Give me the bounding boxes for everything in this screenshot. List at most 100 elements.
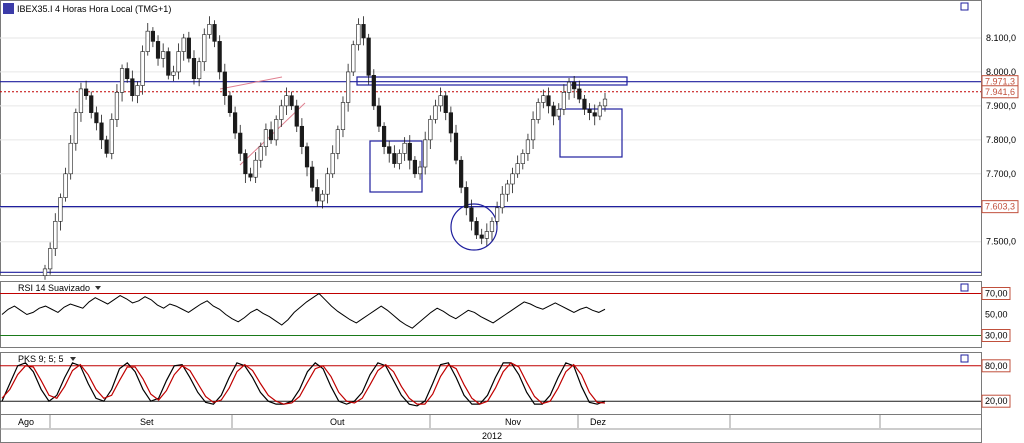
candle-body <box>371 75 376 107</box>
candle-body <box>243 153 248 175</box>
candle-body <box>505 183 510 195</box>
candle-body <box>253 159 258 178</box>
candle-body <box>263 129 269 147</box>
price-y-tick-label: 7.700,0 <box>986 169 1016 179</box>
price-label-text: 7.971,3 <box>985 77 1015 87</box>
candle-body <box>428 119 433 141</box>
candle-body <box>561 92 566 110</box>
candle-body <box>484 231 489 239</box>
candle-body <box>402 142 407 154</box>
candle-body <box>448 112 453 134</box>
candle-body <box>423 139 428 168</box>
x-axis-month-label: Ago <box>18 417 34 427</box>
candle-body <box>268 129 274 141</box>
candle-body <box>84 88 89 96</box>
candle-body <box>397 153 402 164</box>
rsi-y-tick-label: 30,00 <box>985 331 1008 341</box>
candle-body <box>94 112 99 124</box>
candle-body <box>284 95 289 107</box>
candle-body <box>464 187 469 209</box>
candle-body <box>361 24 366 39</box>
candle-body <box>166 51 171 76</box>
candle-body <box>597 105 602 117</box>
price-y-tick-label: 7.500,0 <box>986 237 1016 247</box>
candle-body <box>114 92 120 120</box>
candle-body <box>387 146 392 154</box>
rsi-panel-frame <box>0 281 982 348</box>
pks-label[interactable]: PKS 9; 5; 5 <box>18 354 64 364</box>
pks-y-tick-label: 80,00 <box>985 361 1008 371</box>
candle-body <box>510 173 515 185</box>
candle-body <box>274 119 279 141</box>
rsi-y-tick-label: 70,00 <box>985 289 1008 299</box>
candle-body <box>525 139 531 154</box>
candle-body <box>479 234 484 239</box>
candle-body <box>541 95 546 103</box>
candle-body <box>412 159 418 175</box>
candle-body <box>335 129 340 154</box>
candle-body <box>53 221 58 249</box>
candle-body <box>459 159 464 188</box>
candle-body <box>469 207 474 222</box>
pks-panel-frame <box>0 352 982 415</box>
candle-body <box>140 51 145 86</box>
candle-body <box>207 24 212 35</box>
candle-body <box>125 68 130 80</box>
candle-body <box>279 105 284 120</box>
candle-body <box>325 173 330 195</box>
candle-body <box>248 173 253 178</box>
candle-body <box>227 95 233 113</box>
candle-body <box>289 95 294 107</box>
candle-body <box>150 30 155 42</box>
x-axis-month-label: Set <box>140 417 154 427</box>
candle-body <box>551 105 556 117</box>
candle-body <box>191 58 197 80</box>
candle-body <box>500 193 505 209</box>
candle-body <box>433 105 438 120</box>
candle-body <box>48 248 53 270</box>
candle-body <box>212 24 217 42</box>
candle-body <box>304 146 310 168</box>
candle-body <box>202 34 207 63</box>
candle-body <box>572 81 577 90</box>
candle-body <box>320 193 325 202</box>
candle-body <box>556 108 561 117</box>
candle-body <box>392 153 397 164</box>
candle-body <box>68 142 73 175</box>
candle-body <box>407 142 412 161</box>
candle-body <box>42 268 48 276</box>
candle-body <box>161 51 166 59</box>
candle-body <box>443 95 448 113</box>
candle-body <box>582 98 587 110</box>
price-label-text: 7.603,3 <box>985 202 1015 212</box>
candle-body <box>109 119 114 154</box>
candle-body <box>222 71 227 96</box>
candle-body <box>145 30 150 52</box>
candle-body <box>587 108 592 113</box>
candle-body <box>592 112 597 117</box>
x-axis-month-label: Nov <box>505 417 522 427</box>
candle-body <box>546 95 551 107</box>
rsi-label[interactable]: RSI 14 Suavizado <box>18 283 90 293</box>
candle-body <box>536 102 541 120</box>
price-y-tick-label: 8.100,0 <box>986 33 1016 43</box>
candle-body <box>489 221 495 232</box>
candle-body <box>73 112 78 144</box>
candle-body <box>381 125 387 147</box>
candle-body <box>78 88 84 113</box>
candle-body <box>330 153 335 175</box>
pks-y-tick-label: 20,00 <box>985 396 1008 406</box>
candle-body <box>294 105 299 127</box>
candle-body <box>186 37 191 59</box>
rsi-y-tick-label: 50,00 <box>985 310 1008 320</box>
candle-body <box>474 221 479 236</box>
candle-body <box>376 105 382 127</box>
price-y-tick-label: 7.800,0 <box>986 135 1016 145</box>
candle-body <box>577 88 582 100</box>
candle-body <box>176 51 181 73</box>
candle-body <box>351 44 356 73</box>
candle-body <box>197 61 202 80</box>
price-y-tick-label: 7.900,0 <box>986 101 1016 111</box>
x-axis-year-label: 2012 <box>482 431 502 441</box>
candle-body <box>63 173 68 198</box>
